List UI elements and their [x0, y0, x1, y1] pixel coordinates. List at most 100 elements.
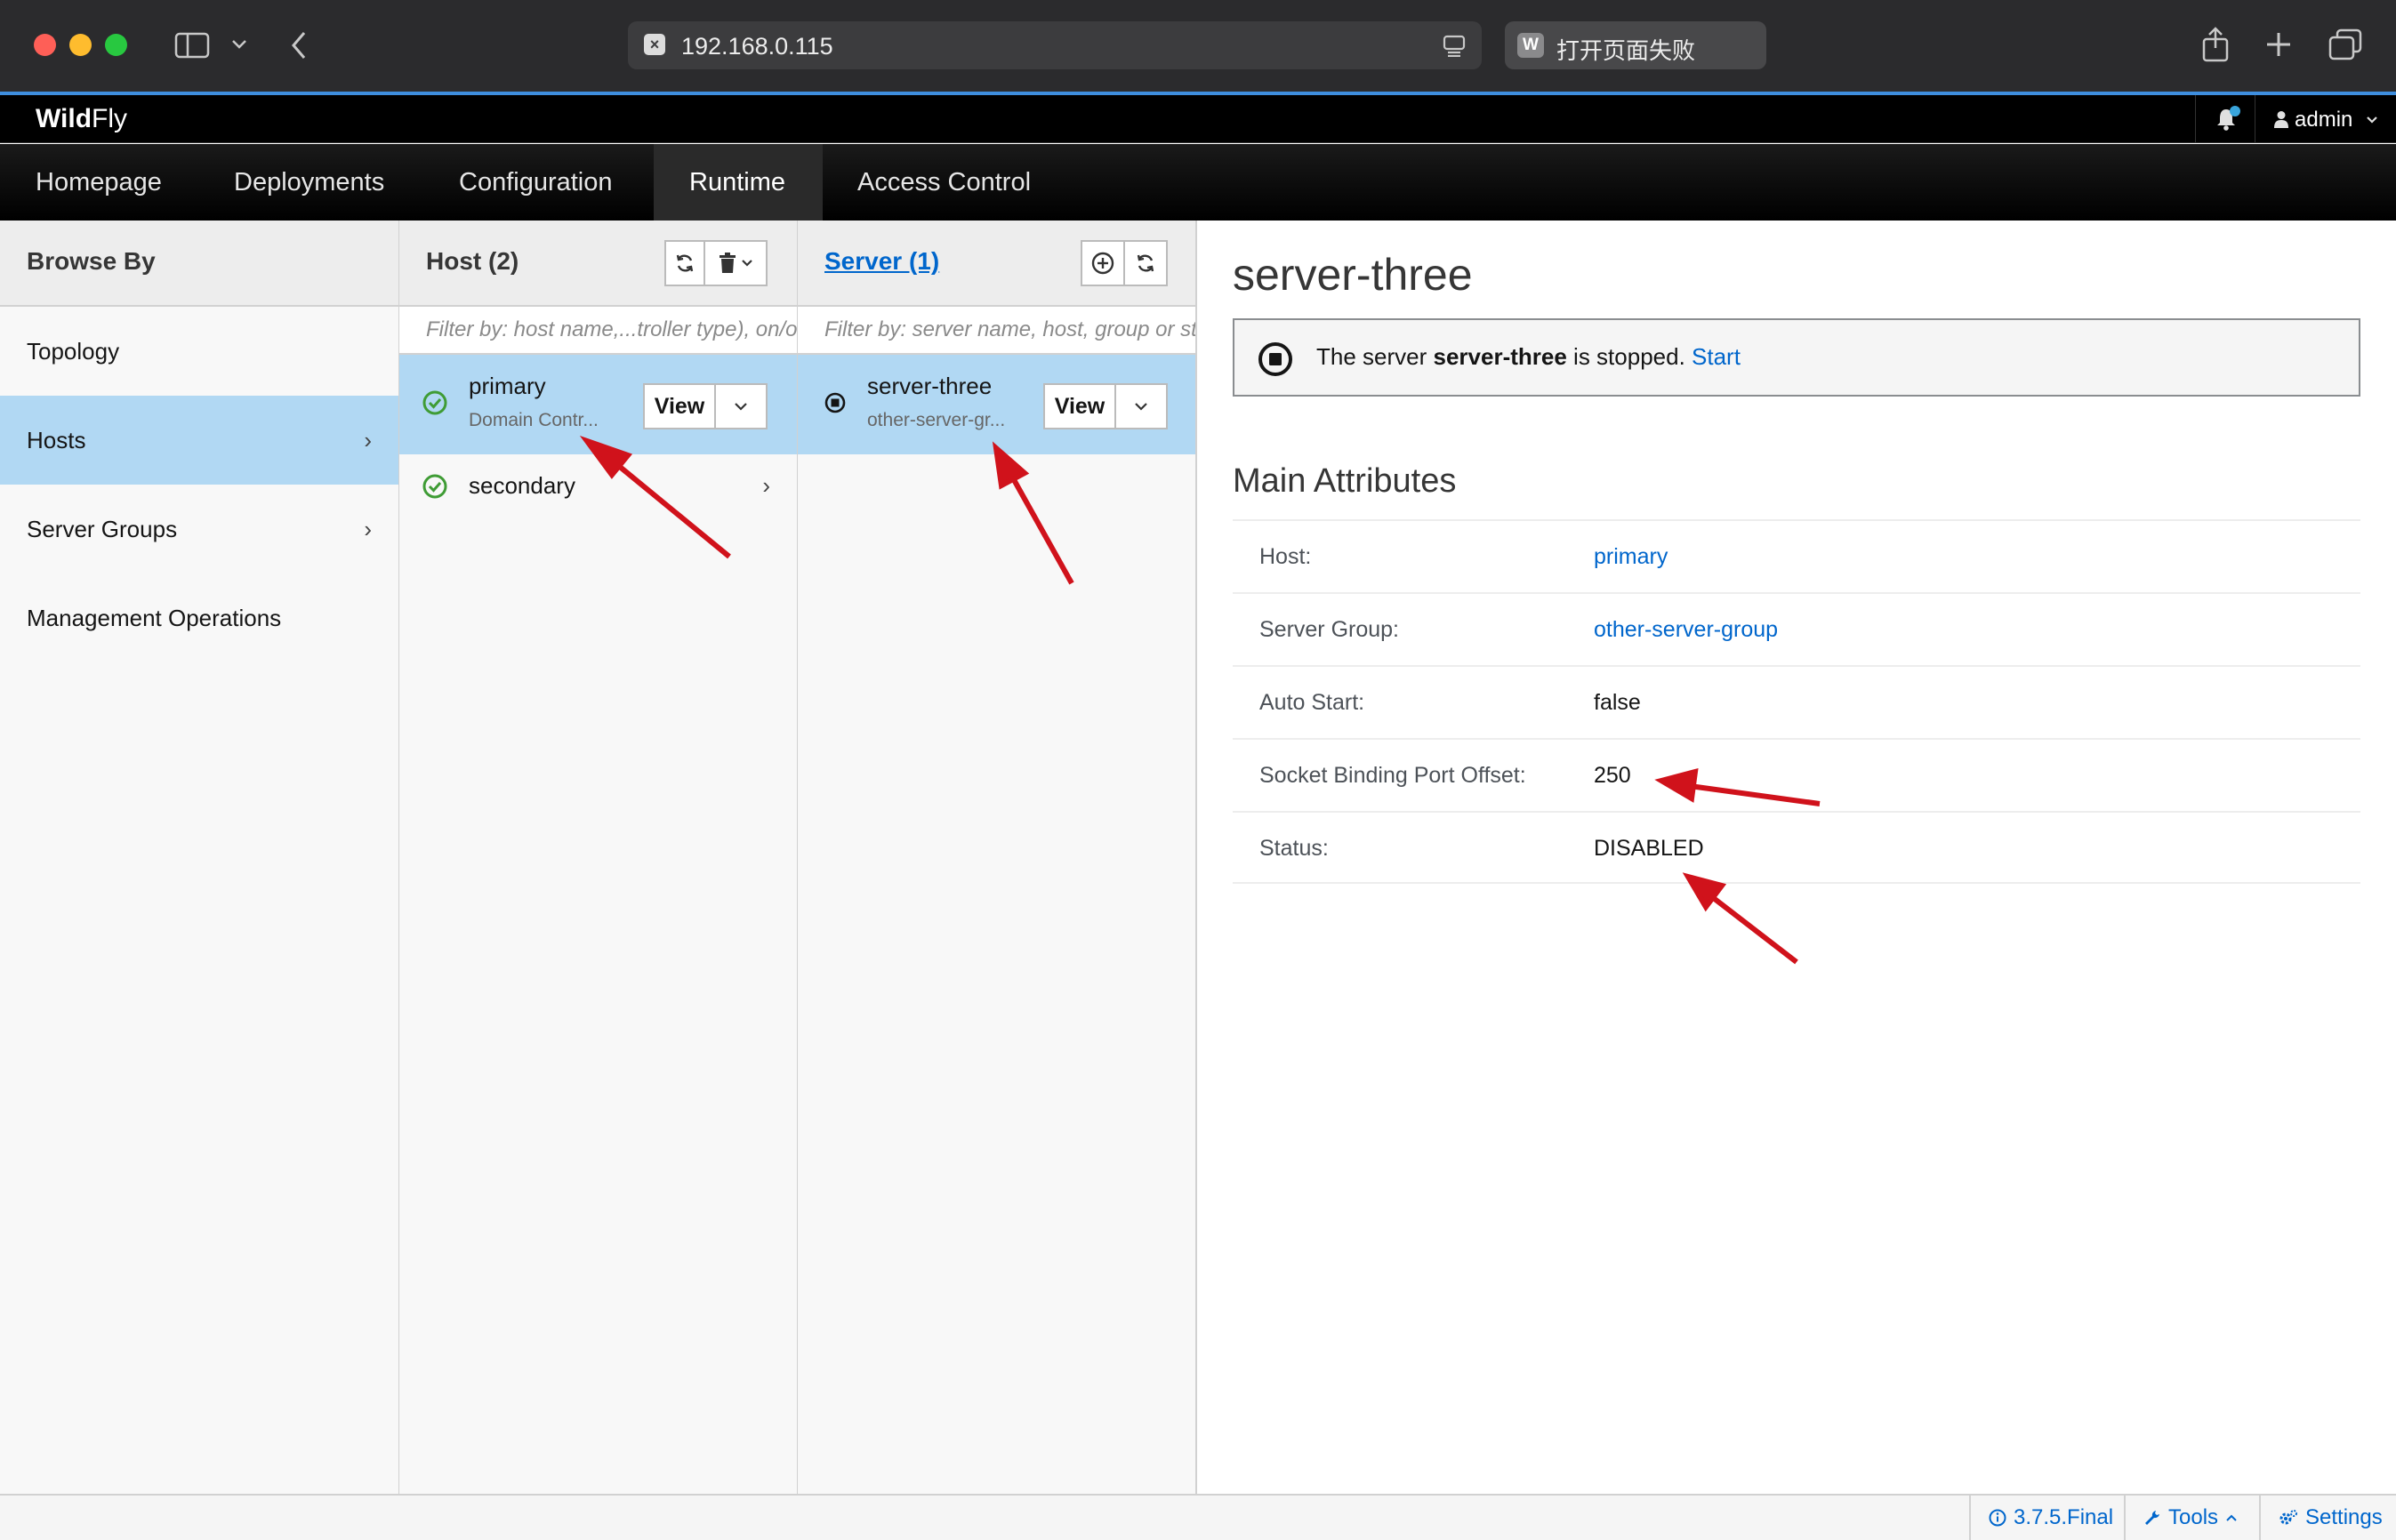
chevron-right-icon: › — [364, 427, 372, 453]
add-server-button[interactable] — [1082, 242, 1125, 285]
browser-toolbar: × 192.168.0.115 W 打开页面失败 — [0, 0, 2396, 92]
host-filter-input[interactable]: Filter by: host name,...troller type), o… — [399, 307, 797, 355]
browser-tab[interactable]: W 打开页面失败 — [1505, 21, 1766, 69]
host-view-group: View — [643, 383, 768, 429]
wrench-icon — [2145, 1511, 2159, 1525]
nav-deployments[interactable]: Deployments — [198, 144, 420, 221]
host-subtitle: Domain Contr... — [469, 410, 599, 430]
server-stopped-alert: The server server-three is stopped. Star… — [1233, 318, 2360, 397]
chevron-down-icon[interactable] — [231, 39, 247, 50]
close-window-button[interactable] — [34, 34, 56, 56]
user-name: admin — [2295, 108, 2353, 132]
view-server-button[interactable]: View — [1045, 385, 1116, 428]
server-row-server-three[interactable]: server-three other-server-gr... View — [798, 355, 1195, 454]
server-name: server-three — [867, 373, 993, 399]
sidebar-toggle-icon[interactable] — [174, 32, 210, 59]
brand-logo[interactable]: WildFly — [36, 104, 127, 134]
host-row-secondary[interactable]: secondary › — [399, 454, 797, 554]
gears-icon — [2279, 1510, 2297, 1525]
main-attributes-title: Main Attributes — [1233, 462, 1457, 500]
nav-runtime[interactable]: Runtime — [654, 144, 823, 221]
browse-item-management-operations[interactable]: Management Operations — [0, 573, 398, 662]
refresh-icon — [1137, 254, 1154, 272]
ok-status-icon — [422, 474, 447, 499]
nav-configuration[interactable]: Configuration — [423, 144, 648, 221]
alert-message: The server server-three is stopped. Star… — [1316, 343, 1741, 370]
view-host-button[interactable]: View — [645, 385, 716, 428]
attribute-label: Auto Start: — [1259, 690, 1365, 715]
user-menu[interactable]: admin — [2273, 108, 2378, 132]
info-icon — [1989, 1509, 2006, 1527]
trash-icon — [720, 253, 736, 273]
host-name: primary — [469, 373, 546, 399]
chevron-down-icon — [2367, 116, 2377, 124]
back-icon[interactable] — [290, 30, 308, 60]
tab-title: 打开页面失败 — [1556, 37, 1696, 64]
chevron-right-icon: › — [762, 472, 770, 499]
new-tab-icon[interactable] — [2264, 30, 2293, 59]
page-error-icon: × — [644, 34, 665, 55]
browse-item-hosts[interactable]: Hosts › — [0, 396, 398, 485]
stopped-status-icon — [1258, 342, 1292, 376]
share-icon[interactable] — [2200, 27, 2231, 62]
attribute-row-port-offset: Socket Binding Port Offset: 250 — [1233, 738, 2360, 811]
host-link[interactable]: primary — [1594, 544, 1668, 570]
version-button[interactable]: 3.7.5.Final — [1969, 1496, 2131, 1540]
host-row-primary[interactable]: primary Domain Contr... View — [399, 355, 797, 454]
server-detail-panel: server-three The server server-three is … — [1197, 221, 2396, 1494]
chevron-down-icon — [1135, 403, 1147, 411]
server-subtitle: other-server-gr... — [867, 410, 1006, 430]
attribute-value: DISABLED — [1594, 836, 1704, 861]
refresh-icon — [676, 254, 694, 272]
nav-homepage[interactable]: Homepage — [0, 144, 197, 221]
refresh-hosts-button[interactable] — [666, 242, 705, 285]
reader-icon[interactable] — [1443, 34, 1466, 57]
attribute-row-host: Host: primary — [1233, 519, 2360, 592]
attribute-label: Server Group: — [1259, 617, 1400, 642]
minimize-window-button[interactable] — [69, 34, 92, 56]
tab-favicon: W — [1517, 33, 1544, 58]
chevron-up-icon — [2226, 1514, 2237, 1521]
host-column-header: Host (2) — [399, 221, 797, 307]
server-column-title[interactable]: Server (1) — [824, 247, 939, 276]
address-text: 192.168.0.115 — [681, 33, 833, 60]
browse-by-header: Browse By — [0, 221, 398, 307]
attribute-value: false — [1594, 690, 1641, 715]
zoom-window-button[interactable] — [105, 34, 127, 56]
refresh-servers-button[interactable] — [1125, 242, 1166, 285]
app-header: WildFly admin — [0, 95, 2396, 143]
server-group-link[interactable]: other-server-group — [1594, 617, 1778, 643]
server-column-header: Server (1) — [798, 221, 1195, 307]
attribute-label: Socket Binding Port Offset: — [1259, 763, 1526, 788]
attribute-row-auto-start: Auto Start: false — [1233, 665, 2360, 738]
browse-item-topology[interactable]: Topology — [0, 307, 398, 396]
delete-hosts-dropdown[interactable] — [705, 242, 766, 285]
host-column: Host (2) Filter by: host name,...troller… — [399, 221, 799, 1494]
attribute-row-status: Status: DISABLED — [1233, 811, 2360, 884]
nav-access-control[interactable]: Access Control — [822, 144, 1066, 221]
user-icon — [2274, 111, 2288, 128]
ok-status-icon — [422, 390, 447, 415]
host-toolbar — [664, 240, 768, 286]
notification-badge — [2230, 106, 2240, 116]
add-circle-icon — [1091, 252, 1114, 275]
chevron-down-icon — [735, 403, 747, 411]
notifications-button[interactable] — [2195, 95, 2255, 143]
host-name: secondary — [469, 472, 575, 499]
main-nav: Homepage Deployments Configuration Runti… — [0, 144, 2396, 221]
server-actions-dropdown[interactable] — [1116, 385, 1166, 428]
address-bar[interactable]: × 192.168.0.115 — [628, 21, 1482, 69]
tab-overview-icon[interactable] — [2328, 28, 2362, 60]
server-filter-input[interactable]: Filter by: server name, host, group or s… — [798, 307, 1195, 355]
server-column: Server (1) Filter by: server name, host,… — [798, 221, 1197, 1494]
browse-item-server-groups[interactable]: Server Groups › — [0, 485, 398, 573]
host-actions-dropdown[interactable] — [716, 385, 766, 428]
attribute-value: 250 — [1594, 763, 1631, 788]
start-server-link[interactable]: Start — [1692, 343, 1741, 370]
detail-title: server-three — [1233, 250, 1473, 300]
chevron-right-icon: › — [364, 516, 372, 542]
host-column-title: Host (2) — [426, 247, 519, 275]
settings-button[interactable]: Settings — [2259, 1496, 2396, 1540]
tools-menu-button[interactable]: Tools — [2124, 1496, 2255, 1540]
browse-by-column: Browse By Topology Hosts › Server Groups… — [0, 221, 400, 1494]
